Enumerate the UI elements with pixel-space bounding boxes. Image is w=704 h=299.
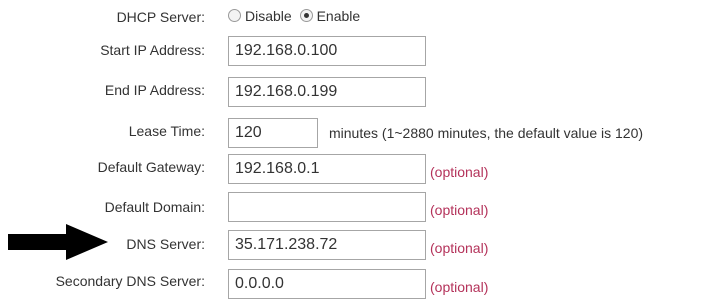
dhcp-server-label: DHCP Server: (116, 9, 205, 25)
dns-server-label: DNS Server: (126, 236, 205, 252)
dhcp-disable-label[interactable]: Disable (245, 8, 292, 24)
start-ip-input[interactable] (228, 36, 426, 66)
dhcp-enable-radio[interactable] (299, 9, 313, 22)
default-gateway-label: Default Gateway: (97, 159, 205, 175)
dhcp-enable-label[interactable]: Enable (317, 8, 361, 24)
start-ip-label: Start IP Address: (100, 42, 205, 58)
dns-server-input[interactable] (228, 230, 426, 260)
default-domain-row: Default Domain: (optional) (0, 192, 704, 222)
secondary-dns-optional-hint: (optional) (430, 279, 489, 295)
secondary-dns-row: Secondary DNS Server: (optional) (0, 269, 704, 299)
start-ip-row: Start IP Address: (0, 36, 704, 66)
default-domain-label: Default Domain: (104, 199, 205, 215)
dhcp-settings-form: DHCP Server: Disable Enable Start IP Add… (0, 0, 704, 299)
lease-time-label: Lease Time: (128, 123, 205, 139)
dhcp-disable-radio[interactable] (228, 9, 241, 22)
lease-time-row: Lease Time: minutes (1~2880 minutes, the… (0, 118, 704, 148)
default-domain-optional-hint: (optional) (430, 202, 489, 218)
default-gateway-optional-hint: (optional) (430, 164, 489, 180)
dhcp-server-radio-group: Disable Enable (228, 7, 364, 25)
default-domain-input[interactable] (228, 192, 426, 222)
default-gateway-row: Default Gateway: (optional) (0, 154, 704, 184)
dhcp-server-row: DHCP Server: Disable Enable (0, 0, 704, 30)
secondary-dns-input[interactable] (228, 269, 426, 299)
lease-time-note: minutes (1~2880 minutes, the default val… (329, 125, 644, 141)
dns-server-optional-hint: (optional) (430, 240, 489, 256)
default-gateway-input[interactable] (228, 154, 426, 184)
lease-time-input[interactable] (228, 118, 318, 148)
end-ip-input[interactable] (228, 77, 426, 107)
end-ip-label: End IP Address: (104, 82, 205, 98)
end-ip-row: End IP Address: (0, 77, 704, 107)
secondary-dns-label: Secondary DNS Server: (55, 273, 205, 289)
arrow-right-icon (8, 224, 108, 260)
